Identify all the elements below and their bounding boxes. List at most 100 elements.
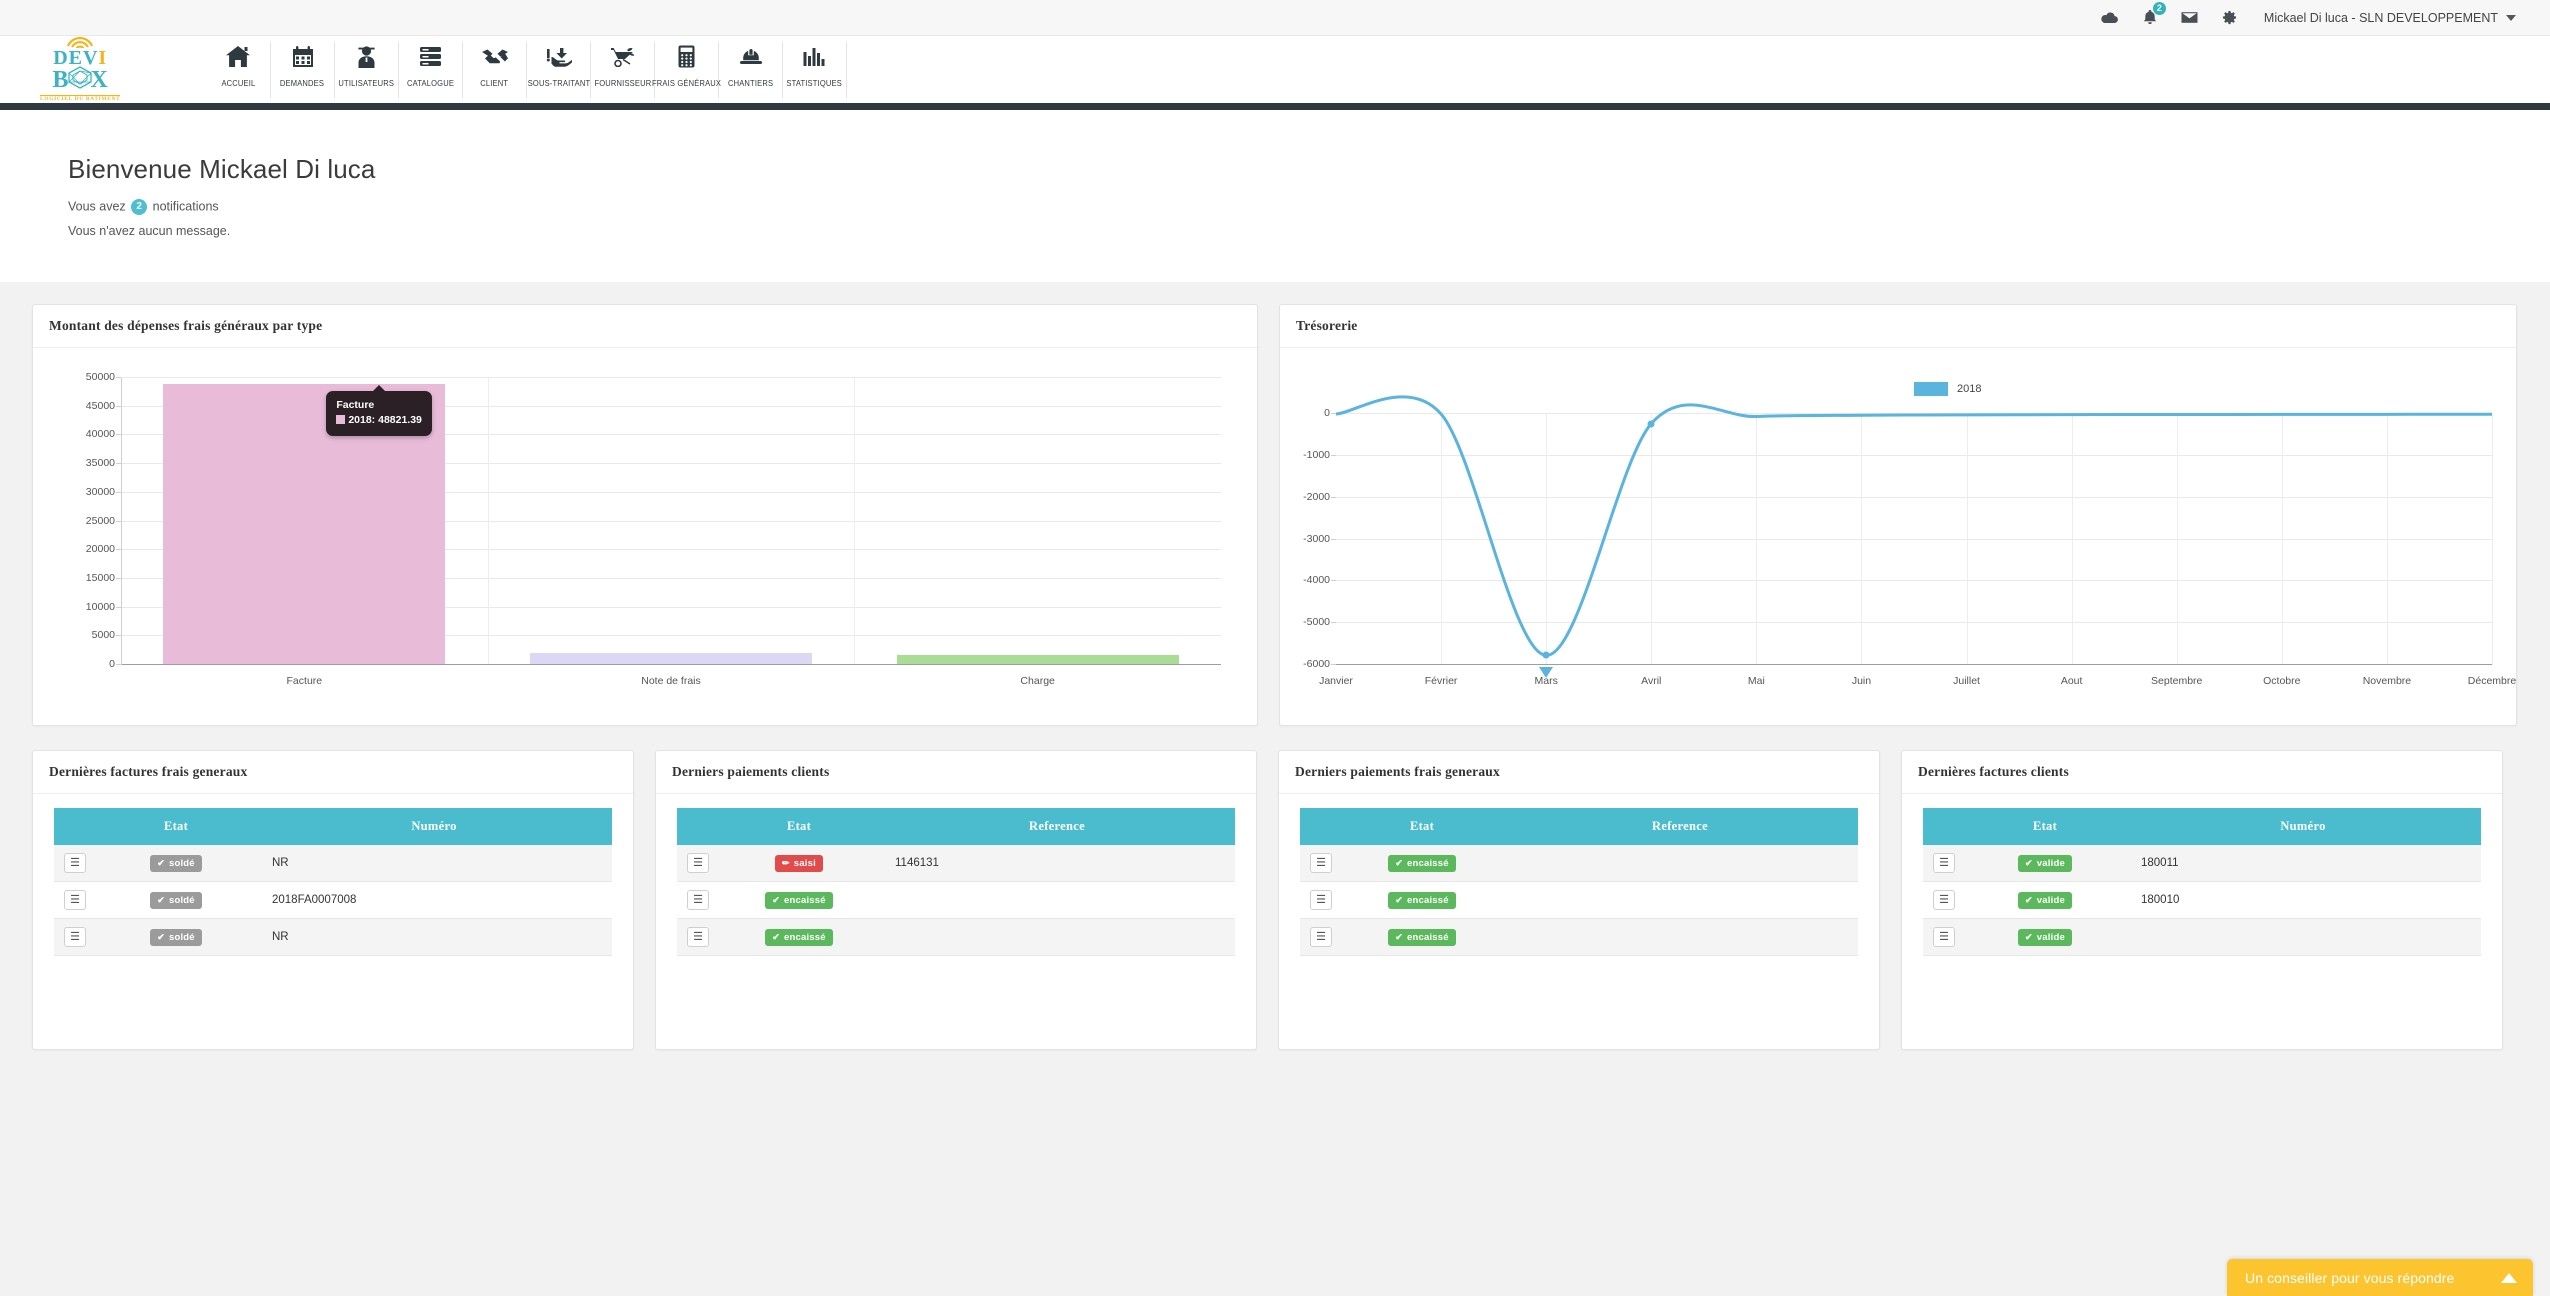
- bar-charge[interactable]: [896, 655, 1179, 664]
- check-icon: ✔: [2025, 894, 2033, 905]
- nav-item-demandes[interactable]: DEMANDES: [270, 41, 334, 98]
- column-header[interactable]: Etat: [96, 808, 256, 845]
- y-axis-tick-label: 10000: [85, 600, 115, 613]
- row-menu-button[interactable]: ☰: [1310, 927, 1332, 947]
- data-table: Etat Numéro ☰ ✔ valide 180011 ☰ ✔ valide 180010 ☰ ✔…: [1923, 808, 2481, 956]
- row-menu-cell: ☰: [54, 881, 96, 919]
- table-row[interactable]: ☰ ✔ encaissé: [677, 881, 1235, 919]
- y-axis-tick-label: -6000: [1303, 658, 1330, 670]
- nav-item-client[interactable]: CLIENT: [462, 41, 526, 98]
- nav-item-chantiers[interactable]: CHANTIERS: [718, 41, 782, 98]
- nav-item-utilisateurs[interactable]: UTILISATEURS: [334, 41, 398, 98]
- table-panel: Dernières factures frais generaux Etat Num…: [32, 750, 634, 1050]
- legend-label: 2018: [1957, 383, 1982, 395]
- table-row[interactable]: ☰ ✔ soldé NR: [54, 918, 612, 956]
- column-header[interactable]: [54, 808, 96, 845]
- table-panel-header: Dernières factures clients: [1902, 751, 2502, 794]
- x-axis-tick-label: Charge: [1020, 675, 1055, 687]
- cloud-icon[interactable]: [2090, 0, 2130, 36]
- check-icon: ✔: [1395, 894, 1403, 905]
- row-menu-button[interactable]: ☰: [1933, 927, 1955, 947]
- data-point[interactable]: [1542, 651, 1550, 659]
- nav-label: CLIENT: [480, 78, 509, 88]
- check-icon: ✔: [772, 894, 780, 905]
- row-menu-button[interactable]: ☰: [687, 853, 709, 873]
- nav-item-statistiques[interactable]: STATISTIQUES: [782, 41, 846, 98]
- table-row[interactable]: ☰ ✔ encaissé: [677, 918, 1235, 956]
- nav-item-accueil[interactable]: ACCUEIL: [206, 42, 270, 98]
- tooltip-color-swatch: [336, 414, 346, 424]
- row-menu-button[interactable]: ☰: [687, 927, 709, 947]
- nav-item-frais-generaux[interactable]: FRAIS GÉNÉRAUX: [652, 41, 721, 98]
- nav-item-sous-traitant[interactable]: SOUS-TRAITANT: [526, 41, 590, 98]
- row-value-cell: 2018FA0007008: [256, 881, 612, 919]
- data-point[interactable]: [1647, 420, 1655, 428]
- column-header[interactable]: Etat: [719, 808, 879, 845]
- nav-item-catalogue[interactable]: CATALOGUE: [398, 41, 462, 98]
- column-header[interactable]: [1300, 808, 1342, 845]
- table-panel: Dernières factures clients Etat Numéro ☰ ✔ va…: [1901, 750, 2503, 1050]
- row-menu-button[interactable]: ☰: [1310, 853, 1332, 873]
- table-row[interactable]: ☰ ✏ saisi 1146131: [677, 845, 1235, 882]
- row-menu-button[interactable]: ☰: [1933, 853, 1955, 873]
- envelope-icon[interactable]: [2170, 0, 2210, 36]
- check-icon: ✔: [157, 857, 165, 868]
- row-menu-button[interactable]: ☰: [64, 890, 86, 910]
- column-header[interactable]: [677, 808, 719, 845]
- column-header[interactable]: Reference: [1502, 808, 1858, 845]
- bar-chart-title: Montant des dépenses frais généraux par …: [49, 318, 323, 333]
- column-header[interactable]: Reference: [879, 808, 1235, 845]
- y-axis-tick-label: 0: [1324, 407, 1330, 419]
- table-row[interactable]: ☰ ✔ valide 180010: [1923, 881, 2481, 919]
- status-badge: ✔ soldé: [150, 928, 202, 946]
- row-menu-cell: ☰: [1923, 918, 1965, 956]
- column-header[interactable]: [1923, 808, 1965, 845]
- tooltip-title: Facture: [336, 398, 375, 411]
- check-icon: ✔: [2025, 931, 2033, 942]
- nav-divider: [846, 41, 847, 98]
- chat-advisor-widget[interactable]: Un conseiller pour vous répondre: [2227, 1259, 2533, 1296]
- hardhat-icon: [739, 42, 763, 72]
- nav-label: UTILISATEURS: [338, 78, 395, 88]
- row-menu-cell: ☰: [1300, 881, 1342, 919]
- row-menu-button[interactable]: ☰: [64, 927, 86, 947]
- nav-label: CATALOGUE: [406, 78, 455, 88]
- column-header[interactable]: Numéro: [256, 808, 612, 845]
- worker-icon: [357, 42, 376, 72]
- table-row[interactable]: ☰ ✔ valide 180011: [1923, 845, 2481, 882]
- nav-item-fournisseur[interactable]: FOURNISSEUR: [590, 41, 654, 98]
- user-menu[interactable]: Mickael Di luca - SLN DEVELOPPEMENT: [2264, 11, 2516, 25]
- status-badge: ✔ valide: [2018, 854, 2072, 872]
- line-chart-body[interactable]: 0 -1000 -2000 -3000 -4000 -5000 -6000 Janvier Fé…: [1280, 348, 2516, 723]
- bell-icon[interactable]: 2: [2130, 0, 2170, 36]
- row-value-cell: NR: [256, 845, 612, 882]
- row-menu-button[interactable]: ☰: [1933, 890, 1955, 910]
- handshake-icon: [481, 42, 509, 72]
- chevron-up-icon[interactable]: [2501, 1272, 2517, 1283]
- x-axis-tick-label: Décembre: [2467, 675, 2517, 687]
- table-row[interactable]: ☰ ✔ encaissé: [1300, 845, 1858, 882]
- bar-note-de-frais[interactable]: [529, 652, 813, 664]
- row-menu-button[interactable]: ☰: [64, 853, 86, 873]
- table-row[interactable]: ☰ ✔ encaissé: [1300, 918, 1858, 956]
- table-panel-header: Derniers paiements clients: [656, 751, 1256, 794]
- devibox-logo[interactable]: DEVI B X LOGICIEL DU BATIMENT: [40, 33, 166, 107]
- row-menu-button[interactable]: ☰: [687, 890, 709, 910]
- row-value-cell: NR: [256, 918, 612, 956]
- nav-label: FOURNISSEUR: [594, 78, 651, 88]
- gear-icon[interactable]: [2210, 0, 2250, 36]
- table-row[interactable]: ☰ ✔ valide: [1923, 918, 2481, 956]
- table-row[interactable]: ☰ ✔ encaissé: [1300, 881, 1858, 919]
- row-menu-button[interactable]: ☰: [1310, 890, 1332, 910]
- column-header[interactable]: Etat: [1965, 808, 2125, 845]
- bar-chart-icon: [803, 42, 827, 72]
- bar-chart-body[interactable]: 0 5000 10000 15000 20000 25000 30000 35000 40000…: [33, 348, 1257, 723]
- column-header[interactable]: Numéro: [2125, 808, 2481, 845]
- table-row[interactable]: ☰ ✔ soldé 2018FA0007008: [54, 881, 612, 919]
- data-table: Etat Numéro ☰ ✔ soldé NR ☰ ✔ soldé 2018FA0007008 ☰…: [54, 808, 612, 956]
- x-axis-tick-label: Octobre: [2263, 675, 2301, 687]
- column-header[interactable]: Etat: [1342, 808, 1502, 845]
- status-badge: ✔ soldé: [150, 891, 202, 909]
- table-row[interactable]: ☰ ✔ soldé NR: [54, 845, 612, 882]
- x-axis-tick-label: Novembre: [2362, 675, 2412, 687]
